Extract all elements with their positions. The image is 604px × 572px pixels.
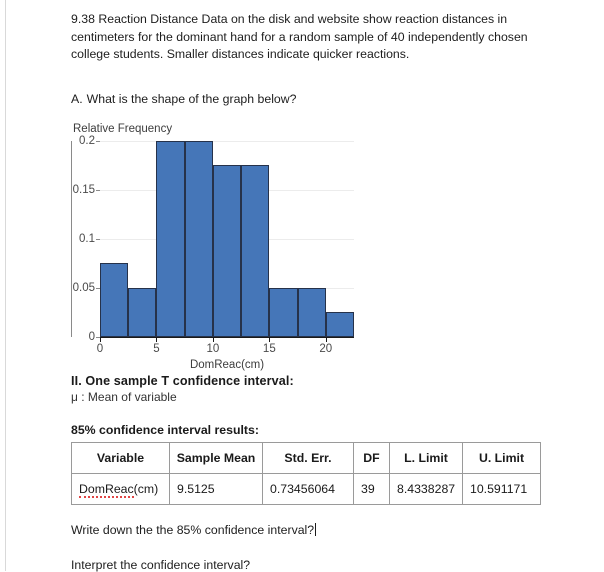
- document-content: 9.38 Reaction Distance Data on the disk …: [71, 0, 581, 572]
- cell-variable: DomReac(cm): [71, 472, 170, 505]
- cell-std-err: 0.73456064: [262, 472, 354, 505]
- table-row: DomReac(cm) 9.5125 0.73456064 39 8.43382…: [71, 472, 541, 505]
- column-header-df: DF: [353, 441, 390, 474]
- chart-y-tick-label: 0.05: [72, 281, 95, 294]
- chart-x-tick-label: 15: [262, 342, 276, 355]
- chart-x-tick-label: 5: [153, 342, 160, 355]
- problem-statement: 9.38 Reaction Distance Data on the disk …: [71, 12, 528, 61]
- chart-y-tick-mark: [96, 189, 100, 191]
- cell-sample-mean: 9.5125: [169, 472, 263, 505]
- histogram-chart: Relative Frequency 0 0.05 0.1 0.15 0.2 0 5 10 1…: [71, 122, 361, 371]
- chart-y-tick-label: 0.1: [79, 232, 95, 245]
- section-two-title: II. One sample T confidence interval:: [71, 373, 294, 388]
- question-a: A. What is the shape of the graph below?: [71, 91, 581, 107]
- histogram-bar: [269, 287, 298, 337]
- histogram-bar: [212, 165, 242, 337]
- chart-x-axis-line: [100, 336, 354, 338]
- chart-x-tick-label: 20: [319, 342, 333, 355]
- column-header-sample-mean: Sample Mean: [169, 441, 263, 474]
- chart-y-tick-label: 0: [88, 330, 95, 343]
- chart-y-tick-label: 0.15: [72, 183, 95, 196]
- histogram-bar: [184, 140, 213, 337]
- histogram-bar: [100, 263, 129, 337]
- histogram-bar: [241, 165, 270, 337]
- column-header-std-err: Std. Err.: [262, 441, 354, 474]
- column-header-variable: Variable: [71, 441, 170, 474]
- chart-gridline: [100, 140, 354, 142]
- chart-x-tick-mark: [269, 337, 271, 342]
- chart-x-axis-label: DomReac(cm): [189, 358, 265, 371]
- histogram-bar: [128, 287, 157, 337]
- question-a-label: A.: [71, 91, 83, 106]
- chart-y-tick-mark: [96, 140, 100, 142]
- cell-variable-suffix: (cm): [133, 481, 159, 496]
- chart-x-tick-mark: [212, 337, 214, 342]
- page-left-border: [5, 0, 6, 571]
- chart-y-tick-mark: [96, 238, 100, 240]
- confidence-interval-heading: 85% confidence interval results:: [71, 422, 259, 437]
- histogram-bar: [325, 312, 354, 337]
- question-write-down-text: Write down the the 85% confidence interv…: [71, 522, 315, 537]
- chart-x-tick-label: 0: [96, 342, 104, 355]
- question-a-text: What is the shape of the graph below?: [86, 91, 297, 106]
- cell-u-limit: 10.591171: [462, 472, 541, 505]
- chart-y-tick-label: 0.2: [79, 134, 95, 147]
- chart-plot-area: [100, 140, 354, 337]
- chart-y-axis-line: [71, 140, 72, 337]
- cell-l-limit: 8.4338287: [389, 472, 463, 505]
- results-table: Variable Sample Mean Std. Err. DF L. Lim…: [71, 441, 541, 505]
- chart-x-tick-label: 10: [206, 342, 220, 355]
- chart-x-tick-mark: [100, 337, 101, 342]
- question-interpret: Interpret the confidence interval?: [71, 557, 251, 572]
- section-two-subtitle: μ : Mean of variable: [71, 389, 177, 404]
- table-header-row: Variable Sample Mean Std. Err. DF L. Lim…: [71, 441, 541, 474]
- chart-y-tick-mark: [96, 287, 100, 289]
- chart-y-axis-label: Relative Frequency: [73, 122, 173, 135]
- cell-df: 39: [353, 472, 390, 505]
- chart-x-tick-mark: [156, 337, 158, 342]
- text-cursor: [315, 522, 317, 536]
- question-write-down: Write down the the 85% confidence interv…: [71, 522, 581, 537]
- section-two: II. One sample T confidence interval: μ …: [71, 374, 581, 404]
- spellcheck-misspelled-word: DomReac: [79, 481, 134, 498]
- histogram-bar: [156, 140, 185, 337]
- column-header-u-limit: U. Limit: [462, 441, 541, 474]
- chart-x-tick-mark: [325, 337, 327, 342]
- column-header-l-limit: L. Limit: [389, 441, 463, 474]
- histogram-bar: [297, 287, 326, 337]
